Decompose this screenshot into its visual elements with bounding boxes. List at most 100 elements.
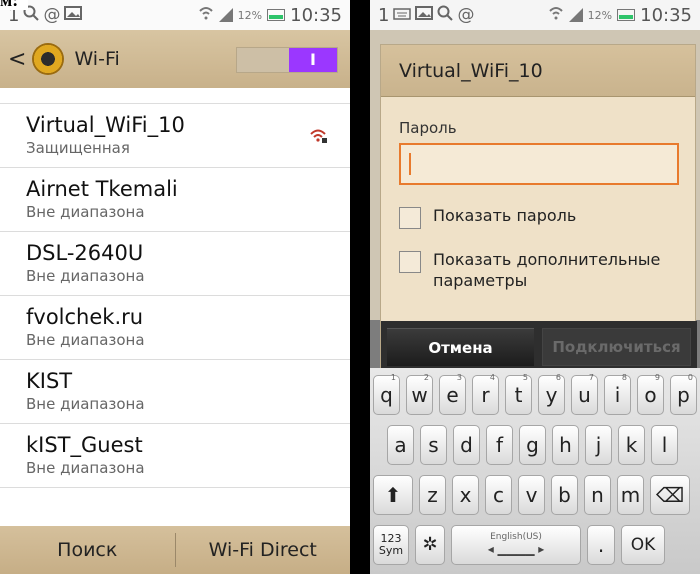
key-w[interactable]: 2w <box>406 373 433 415</box>
text-caret <box>409 153 411 175</box>
screen-divider <box>350 0 370 574</box>
key-v[interactable]: v <box>518 475 545 515</box>
image-icon <box>415 5 434 25</box>
symbols-key[interactable]: 123 Sym <box>373 525 409 565</box>
wifi-network-list: Virtual_WiFi_10 Защищенная Airnet Tkemal… <box>0 88 350 488</box>
settings-gear-icon <box>32 43 65 75</box>
battery-percent: 12% <box>237 8 263 22</box>
network-ssid: fvolchek.ru <box>26 305 144 329</box>
wifi-status-icon <box>548 5 564 26</box>
key-d[interactable]: d <box>453 425 480 465</box>
show-advanced-label: Показать дополнительные параметры <box>433 250 661 290</box>
bottom-action-bar: Поиск Wi-Fi Direct <box>0 526 350 574</box>
clock: 10:35 <box>290 4 342 26</box>
key-o[interactable]: 9o <box>637 373 664 415</box>
cell-signal-icon <box>568 8 583 22</box>
backspace-key-icon[interactable]: ⌫ <box>650 475 690 515</box>
keyboard-icon <box>393 5 412 25</box>
network-ssid: KIST <box>26 369 73 393</box>
status-bar: 1 @ 12% 10:35 <box>370 0 700 30</box>
dialog-title: Virtual_WiFi_10 <box>381 45 695 97</box>
list-item-partial <box>0 88 350 104</box>
key-s[interactable]: s <box>420 425 447 465</box>
password-input[interactable] <box>399 143 679 185</box>
status-bar: 1 @ 12% 10:35 <box>0 0 350 30</box>
key-t[interactable]: 5t <box>505 373 532 415</box>
network-ssid: DSL-2640U <box>26 241 144 265</box>
network-ssid: Airnet Tkemali <box>26 177 178 201</box>
battery-icon <box>617 9 636 21</box>
signal-count: 1 <box>378 4 390 26</box>
keyboard-row-3: ⬆ z x c v b n m ⌫ <box>370 470 700 520</box>
key-j[interactable]: j <box>585 425 612 465</box>
list-item[interactable]: fvolchek.ru Вне диапазона <box>0 296 350 360</box>
network-ssid: kIST_Guest <box>26 433 143 457</box>
page-title: Wi-Fi <box>74 48 120 70</box>
key-k[interactable]: k <box>618 425 645 465</box>
key-z[interactable]: z <box>419 475 446 515</box>
key-b[interactable]: b <box>551 475 578 515</box>
search-button[interactable]: Поиск <box>0 526 175 574</box>
at-icon: @ <box>457 5 475 25</box>
key-l[interactable]: l <box>651 425 678 465</box>
key-g[interactable]: g <box>519 425 546 465</box>
list-item[interactable]: Airnet Tkemali Вне диапазона <box>0 168 350 232</box>
key-x[interactable]: x <box>452 475 479 515</box>
wifi-toggle[interactable]: I <box>236 47 338 73</box>
ok-key[interactable]: OK <box>621 525 665 565</box>
dialog-button-bar: Отмена Подключиться <box>381 321 697 373</box>
period-key[interactable]: . <box>587 525 615 565</box>
show-advanced-checkbox[interactable] <box>399 251 421 273</box>
key-a[interactable]: a <box>387 425 414 465</box>
settings-key-icon[interactable]: ✲ <box>415 525 445 565</box>
key-p[interactable]: 0p <box>670 373 697 415</box>
space-key[interactable]: English(US) ◂ ▁▁▁▁ ▸ <box>451 525 581 565</box>
key-n[interactable]: n <box>584 475 611 515</box>
cropped-edge-text: м: <box>0 0 28 10</box>
password-label: Пароль <box>399 119 457 137</box>
image-icon <box>64 5 83 25</box>
key-i[interactable]: 8i <box>604 373 631 415</box>
at-icon: @ <box>43 5 61 25</box>
key-e[interactable]: 3e <box>439 373 466 415</box>
wifi-toggle-knob: I <box>289 48 337 72</box>
key-f[interactable]: f <box>486 425 513 465</box>
show-password-checkbox[interactable] <box>399 207 421 229</box>
list-item[interactable]: KIST Вне диапазона <box>0 360 350 424</box>
list-item[interactable]: kIST_Guest Вне диапазона <box>0 424 350 488</box>
network-state: Вне диапазона <box>26 331 145 349</box>
space-bar-icon: ◂ ▁▁▁▁ ▸ <box>487 542 545 556</box>
wifi-status-icon <box>198 5 214 26</box>
cancel-button[interactable]: Отмена <box>387 328 534 366</box>
network-state: Вне диапазона <box>26 267 145 285</box>
wifi-action-bar: < Wi-Fi I <box>0 30 350 88</box>
network-state: Защищенная <box>26 139 130 157</box>
network-state: Вне диапазона <box>26 459 145 477</box>
search-icon <box>437 5 454 26</box>
onscreen-keyboard: 1q 2w 3e 4r 5t 6y 7u 8i 9o 0p a s d f g … <box>370 368 700 574</box>
show-advanced-row[interactable]: Показать дополнительные параметры <box>399 249 695 291</box>
key-r[interactable]: 4r <box>472 373 499 415</box>
cell-signal-icon <box>218 8 233 22</box>
key-h[interactable]: h <box>552 425 579 465</box>
key-c[interactable]: c <box>485 475 512 515</box>
wifi-direct-button[interactable]: Wi-Fi Direct <box>176 526 351 574</box>
shift-key-icon[interactable]: ⬆ <box>373 475 413 515</box>
show-password-row[interactable]: Показать пароль <box>399 205 695 229</box>
keyboard-row-2: a s d f g h j k l <box>370 420 700 470</box>
key-y[interactable]: 6y <box>538 373 565 415</box>
connect-button[interactable]: Подключиться <box>542 328 691 366</box>
wifi-settings-screen: 1 @ 12% 10:35 < Wi-Fi I Virtual_WiFi_10 … <box>0 0 350 574</box>
key-m[interactable]: m <box>617 475 644 515</box>
list-item[interactable]: Virtual_WiFi_10 Защищенная <box>0 104 350 168</box>
list-item[interactable]: DSL-2640U Вне диапазона <box>0 232 350 296</box>
keyboard-row-1: 1q 2w 3e 4r 5t 6y 7u 8i 9o 0p <box>370 370 700 420</box>
show-password-label: Показать пароль <box>433 206 577 225</box>
battery-percent: 12% <box>587 8 613 22</box>
back-icon[interactable]: < <box>8 47 26 72</box>
battery-icon <box>267 9 286 21</box>
key-u[interactable]: 7u <box>571 373 598 415</box>
network-state: Вне диапазона <box>26 203 145 221</box>
key-q[interactable]: 1q <box>373 373 400 415</box>
keyboard-row-4: 123 Sym ✲ English(US) ◂ ▁▁▁▁ ▸ . OK <box>370 520 700 570</box>
